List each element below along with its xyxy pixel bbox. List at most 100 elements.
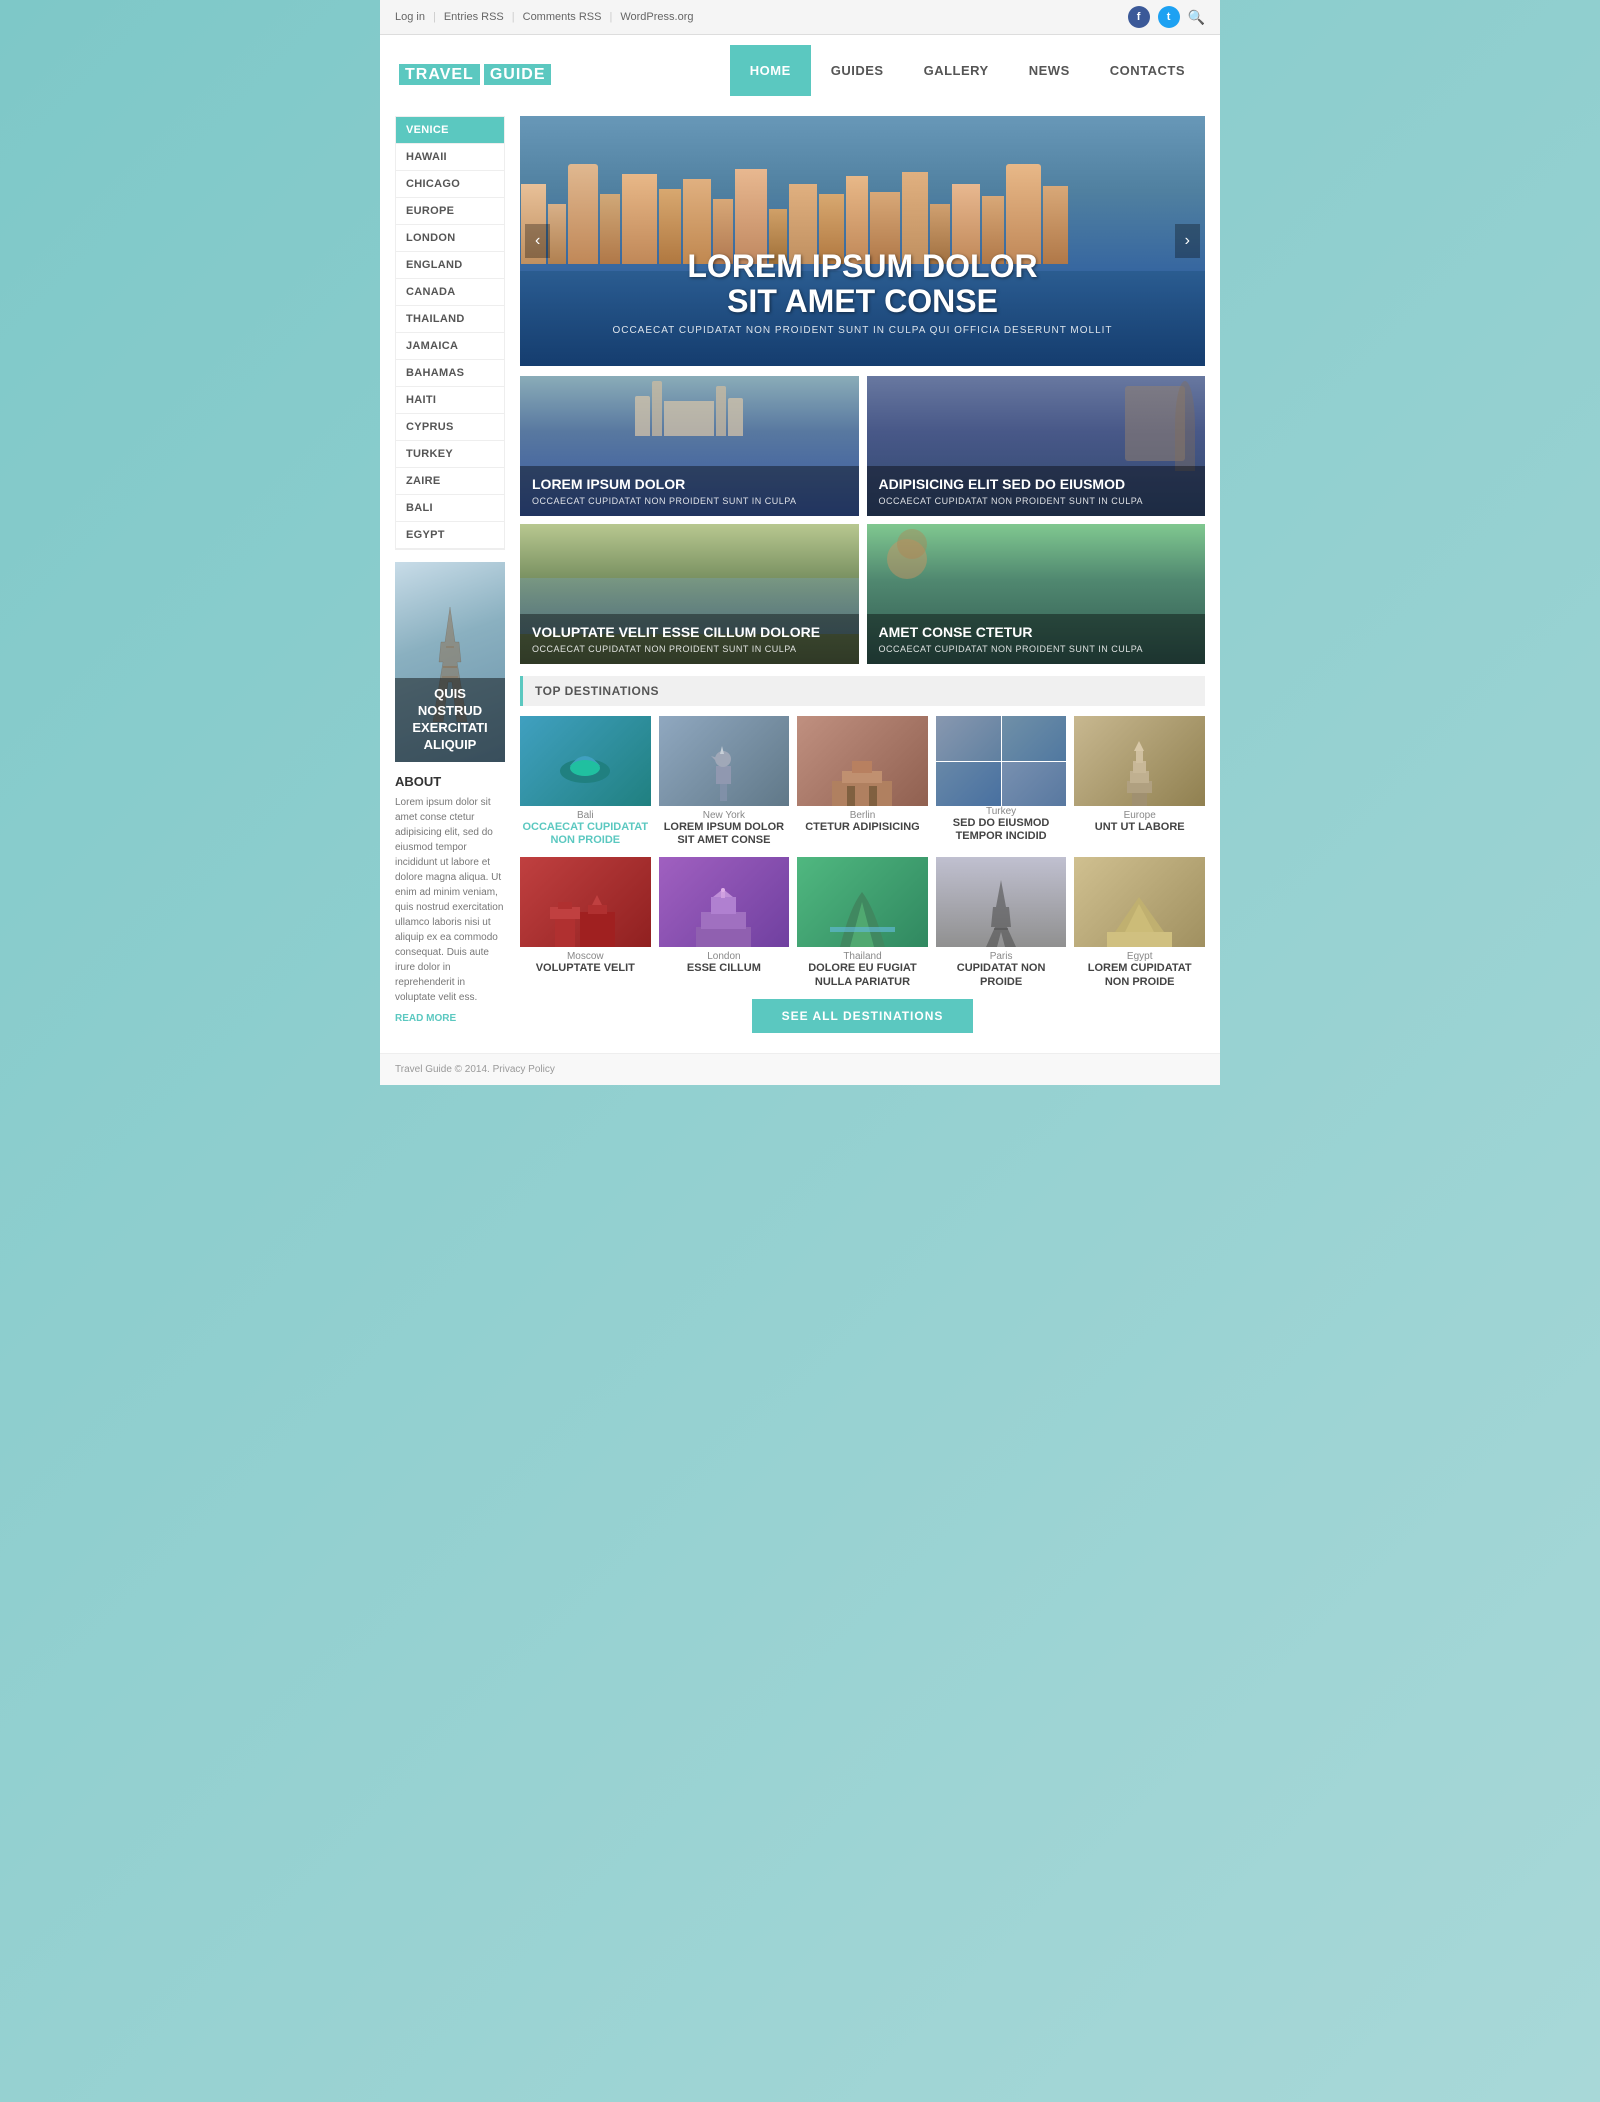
- sidebar-item-bahamas[interactable]: BAHAMAS: [396, 360, 504, 387]
- wordpress-link[interactable]: WordPress.org: [620, 11, 693, 23]
- sidebar-item-london[interactable]: LONDON: [396, 225, 504, 252]
- card-4-title: AMET CONSE CTETUR: [879, 624, 1194, 641]
- topbar-links: Log in | Entries RSS | Comments RSS | Wo…: [395, 11, 694, 23]
- sidebar-item-jamaica[interactable]: JAMAICA: [396, 333, 504, 360]
- dest-bali[interactable]: Bali OCCAECAT CUPIDATAT NON PROIDE: [520, 716, 651, 847]
- dest-london-name: ESSE CILLUM: [659, 962, 790, 975]
- sidebar-item-chicago[interactable]: CHICAGO: [396, 171, 504, 198]
- sidebar-nav: VENICE HAWAII CHICAGO EUROPE LONDON ENGL…: [395, 116, 505, 550]
- dest-bali-location: Bali: [520, 810, 651, 821]
- nav-guides[interactable]: GUIDES: [811, 45, 904, 96]
- sidebar-item-bali[interactable]: BALI: [396, 495, 504, 522]
- egypt-image: [1107, 892, 1172, 947]
- dest-turkey[interactable]: Turkey SED DO EIUSMOD TEMPOR INCIDID: [936, 716, 1067, 847]
- dest-newyork[interactable]: New York LOREM IPSUM DOLOR SIT AMET CONS…: [659, 716, 790, 847]
- dest-london[interactable]: London ESSE CILLUM: [659, 857, 790, 988]
- topbar: Log in | Entries RSS | Comments RSS | Wo…: [380, 0, 1220, 35]
- facebook-icon[interactable]: f: [1128, 6, 1150, 28]
- section-title-bar: TOP DESTINATIONS: [520, 676, 1205, 706]
- dest-paris-location: Paris: [936, 951, 1067, 962]
- destinations-row-1: Bali OCCAECAT CUPIDATAT NON PROIDE: [520, 716, 1205, 847]
- sidebar-item-zaire[interactable]: ZAIRE: [396, 468, 504, 495]
- sidebar-item-canada[interactable]: CANADA: [396, 279, 504, 306]
- logo[interactable]: TRAVELGUIDE: [395, 55, 551, 86]
- dest-moscow[interactable]: Moscow VOLUPTATE VELIT: [520, 857, 651, 988]
- logo-travel: TRAVEL: [399, 64, 480, 85]
- main-nav: HOME GUIDES GALLERY NEWS CONTACTS: [730, 45, 1205, 96]
- content: ‹ LOREM IPSUM DOLOR SIT AMET CONSE OCCAE…: [520, 116, 1205, 1043]
- nav-news[interactable]: NEWS: [1009, 45, 1090, 96]
- privacy-policy-link[interactable]: Privacy Policy: [493, 1064, 555, 1075]
- hero-title-line2: SIT AMET CONSE: [727, 283, 998, 319]
- hero-prev-button[interactable]: ‹: [525, 224, 550, 258]
- sidebar-item-turkey[interactable]: TURKEY: [396, 441, 504, 468]
- dest-berlin-location: Berlin: [797, 810, 928, 821]
- dest-turkey-name: SED DO EIUSMOD TEMPOR INCIDID: [936, 817, 1067, 843]
- statue-liberty-image: [706, 731, 741, 801]
- section-title: TOP DESTINATIONS: [535, 684, 659, 698]
- dest-europe-location: Europe: [1074, 810, 1205, 821]
- topbar-right: f t 🔍: [1128, 6, 1205, 28]
- hero-slider: ‹ LOREM IPSUM DOLOR SIT AMET CONSE OCCAE…: [520, 116, 1205, 366]
- read-more-link[interactable]: READ MORE: [395, 1013, 456, 1024]
- sidebar-item-venice[interactable]: VENICE: [396, 117, 504, 144]
- dest-egypt-location: Egypt: [1074, 951, 1205, 962]
- card-4-overlay: AMET CONSE CTETUR OCCAECAT CUPIDATAT NON…: [867, 614, 1206, 664]
- card-3-title: VOLUPTATE VELIT ESSE CILLUM DOLORE: [532, 624, 847, 641]
- footer-copyright: Travel Guide © 2014.: [395, 1064, 490, 1075]
- hero-text: LOREM IPSUM DOLOR SIT AMET CONSE OCCAECA…: [612, 249, 1112, 366]
- nav-home[interactable]: HOME: [730, 45, 811, 96]
- hero-subtitle: OCCAECAT CUPIDATAT NON PROIDENT SUNT IN …: [612, 325, 1112, 336]
- footer: Travel Guide © 2014. Privacy Policy: [380, 1053, 1220, 1085]
- sidebar-about-title: ABOUT: [395, 774, 505, 789]
- card-3[interactable]: VOLUPTATE VELIT ESSE CILLUM DOLORE OCCAE…: [520, 524, 859, 664]
- sidebar-promo[interactable]: QUIS NOSTRUD EXERCITATI ALIQUIP: [395, 562, 505, 762]
- dest-egypt[interactable]: Egypt LOREM CUPIDATAT NON PROIDE: [1074, 857, 1205, 988]
- sidebar-item-thailand[interactable]: THAILAND: [396, 306, 504, 333]
- dest-europe[interactable]: Europe UNT UT LABORE: [1074, 716, 1205, 847]
- berlin-image: [827, 751, 897, 806]
- see-all-destinations-button[interactable]: SEE ALL DESTINATIONS: [752, 999, 974, 1033]
- logo-guide: GUIDE: [484, 64, 552, 85]
- dest-europe-name: UNT UT LABORE: [1074, 821, 1205, 834]
- dest-berlin[interactable]: Berlin CTETUR ADIPISICING: [797, 716, 928, 847]
- card-2-subtitle: OCCAECAT CUPIDATAT NON PROIDENT SUNT IN …: [879, 496, 1194, 506]
- dest-thailand-name: DOLORE EU FUGIAT NULLA PARIATUR: [797, 962, 928, 988]
- card-2-title: ADIPISICING ELIT SED DO EIUSMOD: [879, 476, 1194, 493]
- dest-newyork-name: LOREM IPSUM DOLOR SIT AMET CONSE: [659, 821, 790, 847]
- sidebar-item-england[interactable]: ENGLAND: [396, 252, 504, 279]
- nav-gallery[interactable]: GALLERY: [904, 45, 1009, 96]
- card-1-overlay: LOREM IPSUM DOLOR OCCAECAT CUPIDATAT NON…: [520, 466, 859, 516]
- dest-turkey-location: Turkey: [936, 806, 1067, 817]
- bali-image: [555, 736, 615, 786]
- sidebar-item-haiti[interactable]: HAITI: [396, 387, 504, 414]
- europe-image: [1112, 736, 1167, 806]
- london-image: [691, 887, 756, 947]
- dest-thailand-location: Thailand: [797, 951, 928, 962]
- sidebar-item-hawaii[interactable]: HAWAII: [396, 144, 504, 171]
- paris-eiffel-image: [981, 877, 1021, 947]
- entries-rss-link[interactable]: Entries RSS: [444, 11, 504, 23]
- comments-rss-link[interactable]: Comments RSS: [523, 11, 602, 23]
- hero-title: LOREM IPSUM DOLOR SIT AMET CONSE: [612, 249, 1112, 319]
- sidebar-item-egypt[interactable]: EGYPT: [396, 522, 504, 549]
- dest-moscow-name: VOLUPTATE VELIT: [520, 962, 651, 975]
- dest-egypt-name: LOREM CUPIDATAT NON PROIDE: [1074, 962, 1205, 988]
- sidebar-item-europe[interactable]: EUROPE: [396, 198, 504, 225]
- twitter-icon[interactable]: t: [1158, 6, 1180, 28]
- card-2[interactable]: ADIPISICING ELIT SED DO EIUSMOD OCCAECAT…: [867, 376, 1206, 516]
- destinations-row-2: Moscow VOLUPTATE VELIT: [520, 857, 1205, 988]
- sidebar-about: ABOUT Lorem ipsum dolor sit amet conse c…: [395, 774, 505, 1026]
- hero-next-button[interactable]: ›: [1175, 224, 1200, 258]
- card-4[interactable]: AMET CONSE CTETUR OCCAECAT CUPIDATAT NON…: [867, 524, 1206, 664]
- dest-newyork-location: New York: [659, 810, 790, 821]
- dest-paris[interactable]: Paris CUPIDATAT NON PROIDE: [936, 857, 1067, 988]
- sidebar-item-cyprus[interactable]: CYPRUS: [396, 414, 504, 441]
- dest-bali-name: OCCAECAT CUPIDATAT NON PROIDE: [520, 821, 651, 847]
- login-link[interactable]: Log in: [395, 11, 425, 23]
- dest-paris-name: CUPIDATAT NON PROIDE: [936, 962, 1067, 988]
- search-button[interactable]: 🔍: [1188, 9, 1205, 26]
- dest-thailand[interactable]: Thailand DOLORE EU FUGIAT NULLA PARIATUR: [797, 857, 928, 988]
- card-1[interactable]: LOREM IPSUM DOLOR OCCAECAT CUPIDATAT NON…: [520, 376, 859, 516]
- nav-contacts[interactable]: CONTACTS: [1090, 45, 1205, 96]
